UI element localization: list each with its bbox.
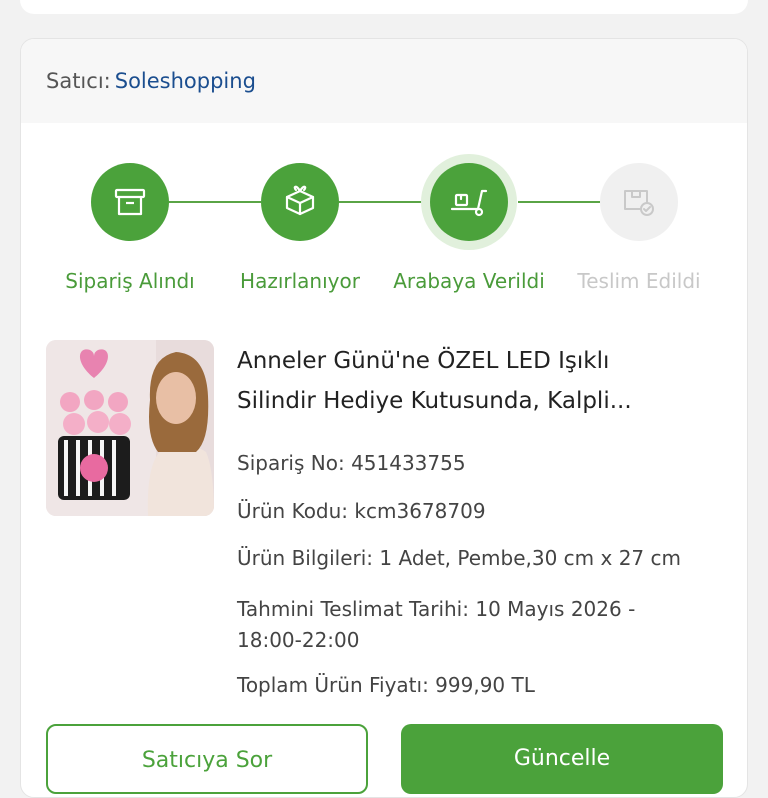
seller-header: Satıcı: Soleshopping <box>21 39 747 123</box>
product-info-value: 1 Adet, Pembe,30 cm x 27 cm <box>379 546 681 570</box>
product-title-line: Anneler Günü'ne ÖZEL LED Işıklı <box>237 348 610 374</box>
product-code-row: Ürün Kodu: kcm3678709 <box>237 499 486 523</box>
step-teslim-edildi <box>600 163 678 241</box>
hand-truck-icon <box>450 189 488 217</box>
product-image[interactable] <box>46 340 214 516</box>
seller-label: Satıcı: <box>46 69 111 93</box>
ask-seller-button[interactable]: Satıcıya Sor <box>46 724 368 794</box>
product-title-line: Silindir Hediye Kutusunda, Kalpli... <box>237 388 632 414</box>
step-label: Hazırlanıyor <box>240 269 360 293</box>
delivery-label: Tahmini Teslimat Tarihi: <box>237 597 469 621</box>
product-code-label: Ürün Kodu: <box>237 499 349 523</box>
price-label: Toplam Ürün Fiyatı: <box>237 673 429 697</box>
product-info-row: Ürün Bilgileri: 1 Adet, Pembe,30 cm x 27… <box>237 546 681 570</box>
step-label: Sipariş Alındı <box>65 269 195 293</box>
delivered-box-icon <box>624 190 654 216</box>
step-label: Teslim Edildi <box>577 269 701 293</box>
product-info-label: Ürün Bilgileri: <box>237 546 374 570</box>
update-button[interactable]: Güncelle <box>401 724 723 794</box>
previous-card <box>20 0 748 14</box>
step-connector <box>169 201 261 203</box>
product-title[interactable]: Anneler Günü'ne ÖZEL LED Işıklı Silindir… <box>237 341 727 421</box>
order-card: Satıcı: Soleshopping Sipariş Alındı Hazı… <box>20 38 748 798</box>
price-row: Toplam Ürün Fiyatı: 999,90 TL <box>237 673 535 697</box>
order-number-row: Sipariş No: 451433755 <box>237 451 466 475</box>
delivery-time: 18:00-22:00 <box>237 628 360 652</box>
price-value: 999,90 TL <box>435 673 535 697</box>
order-number-value: 451433755 <box>351 451 466 475</box>
delivery-date: 10 Mayıs 2026 - <box>475 597 636 621</box>
archive-box-icon <box>114 188 146 216</box>
step-arabaya-verildi <box>430 163 508 241</box>
gift-box-icon <box>285 185 315 216</box>
step-connector <box>518 201 600 203</box>
step-connector <box>339 201 431 203</box>
step-label: Arabaya Verildi <box>393 269 545 293</box>
product-code-value: kcm3678709 <box>354 499 486 523</box>
order-number-label: Sipariş No: <box>237 451 345 475</box>
delivery-row: Tahmini Teslimat Tarihi: 10 Mayıs 2026 -… <box>237 594 635 656</box>
step-siparis-alindi <box>91 163 169 241</box>
step-hazirlaniyor <box>261 163 339 241</box>
seller-link[interactable]: Soleshopping <box>115 69 256 93</box>
